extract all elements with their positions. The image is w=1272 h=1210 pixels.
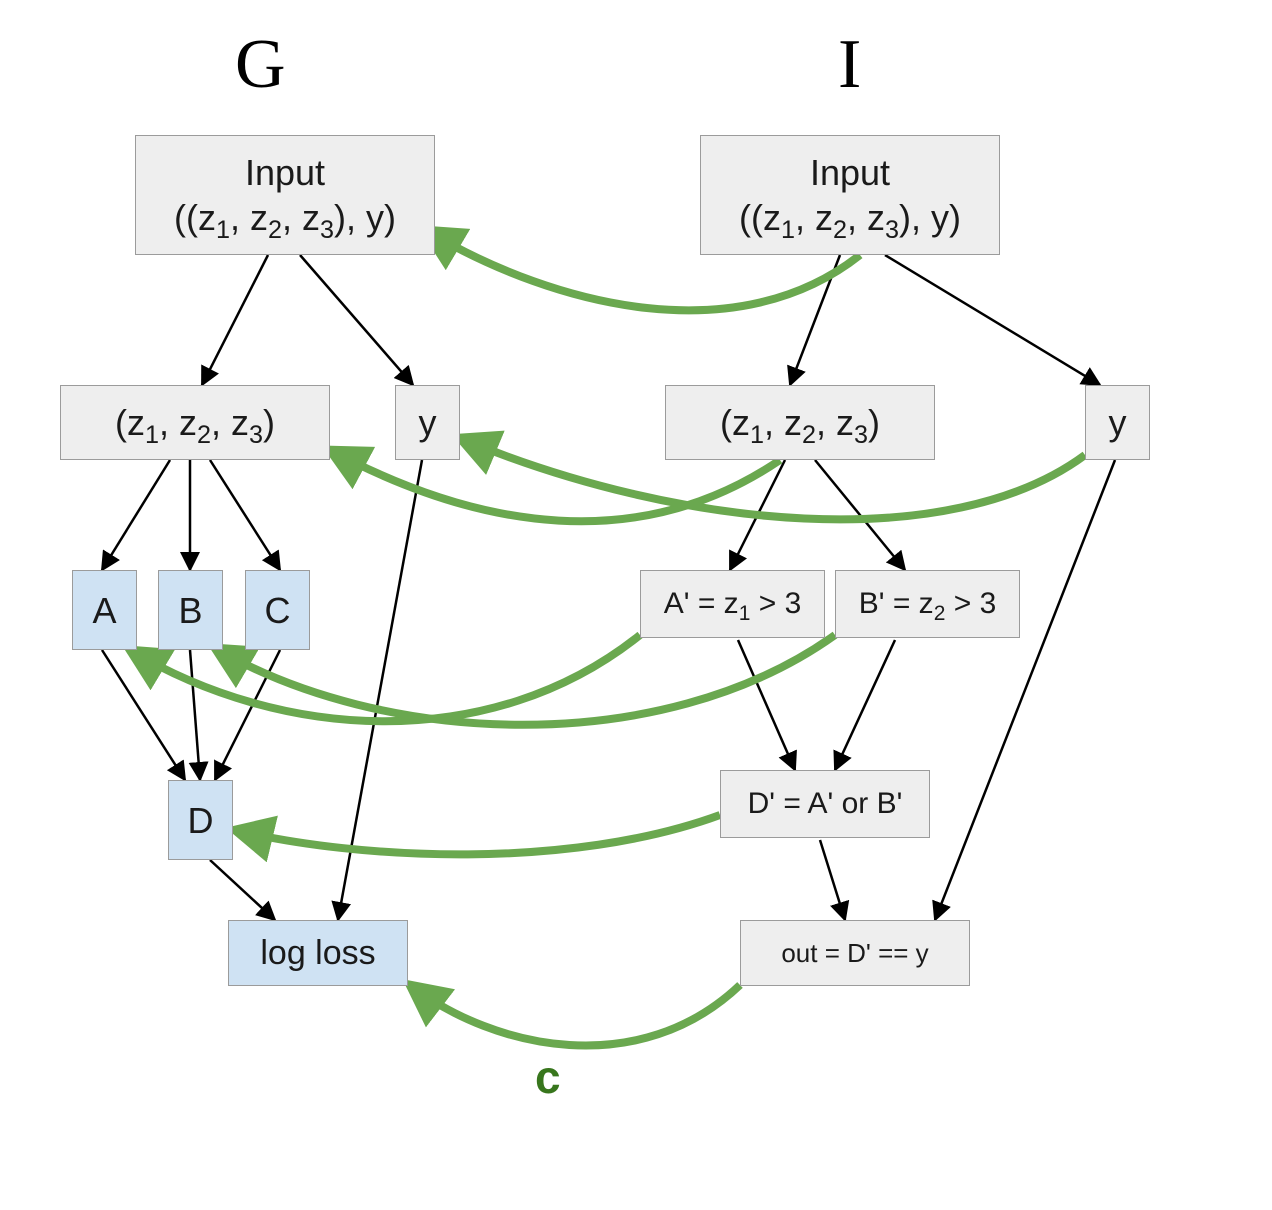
node-i-input-label: Input((z1, z2, z3), y) — [739, 150, 961, 240]
node-g-b: B — [158, 570, 223, 650]
node-g-c-label: C — [265, 588, 291, 633]
node-i-dprime: D' = A' or B' — [720, 770, 930, 838]
node-g-ztuple-label: (z1, z2, z3) — [115, 400, 275, 445]
node-g-y: y — [395, 385, 460, 460]
graph-i-title: I — [838, 25, 861, 105]
node-g-ztuple: (z1, z2, z3) — [60, 385, 330, 460]
node-g-logloss-label: log loss — [260, 932, 375, 975]
correspondence-label: c — [535, 1050, 561, 1104]
node-i-y-label: y — [1109, 400, 1127, 445]
node-i-ztuple: (z1, z2, z3) — [665, 385, 935, 460]
node-g-d-label: D — [188, 798, 214, 843]
node-i-input: Input((z1, z2, z3), y) — [700, 135, 1000, 255]
node-i-bprime-label: B' = z2 > 3 — [859, 585, 997, 623]
node-i-y: y — [1085, 385, 1150, 460]
diagram-canvas: G I Input((z1, z2, z3), y) (z1, z2, z3) … — [0, 0, 1272, 1210]
node-i-dprime-label: D' = A' or B' — [748, 785, 903, 823]
node-g-y-label: y — [419, 400, 437, 445]
node-g-logloss: log loss — [228, 920, 408, 986]
node-g-a-label: A — [92, 588, 116, 633]
node-i-ztuple-label: (z1, z2, z3) — [720, 400, 880, 445]
node-g-a: A — [72, 570, 137, 650]
node-i-out-label: out = D' == y — [781, 937, 928, 970]
node-g-input: Input((z1, z2, z3), y) — [135, 135, 435, 255]
node-g-d: D — [168, 780, 233, 860]
graph-g-title: G — [235, 25, 286, 105]
node-g-c: C — [245, 570, 310, 650]
node-i-bprime: B' = z2 > 3 — [835, 570, 1020, 638]
node-i-aprime-label: A' = z1 > 3 — [664, 585, 802, 623]
node-g-input-label: Input((z1, z2, z3), y) — [174, 150, 396, 240]
node-i-out: out = D' == y — [740, 920, 970, 986]
node-g-b-label: B — [178, 588, 202, 633]
node-i-aprime: A' = z1 > 3 — [640, 570, 825, 638]
